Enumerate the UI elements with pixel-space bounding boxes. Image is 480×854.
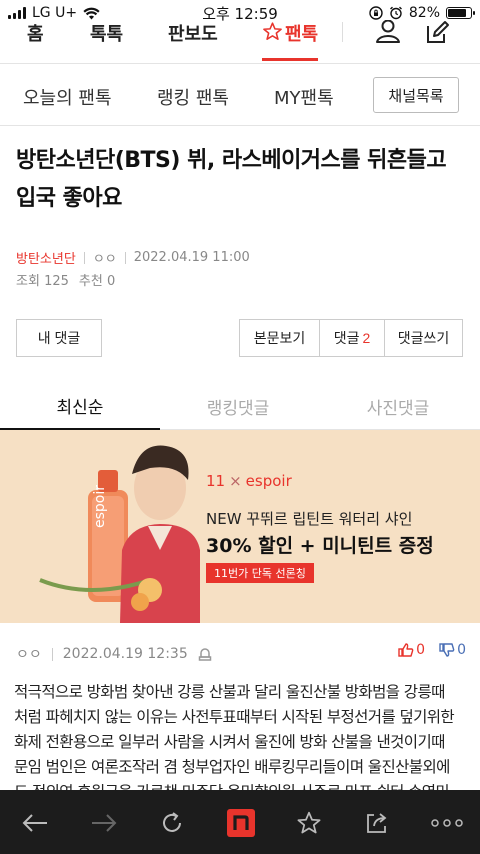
profile-icon[interactable] xyxy=(374,19,402,50)
tab-ranking-comments[interactable]: 랭킹댓글 xyxy=(158,382,318,430)
article-meta: 방탄소년단 ㅇㅇ 2022.04.19 11:00 xyxy=(16,248,250,267)
upvote-count: 0 xyxy=(416,642,426,658)
views-count: 125 xyxy=(44,274,69,289)
comment-datetime: 2022.04.19 12:35 xyxy=(62,646,188,662)
article-stats: 조회 125 추천 0 xyxy=(16,270,115,289)
comment-votes: 0 0 xyxy=(398,642,466,658)
my-comments-button[interactable]: 내 댓글 xyxy=(16,319,102,357)
comment-line: 문임 범인은 여론조작러 겸 청부업자인 배루킹무리들이며 울진산불외에 xyxy=(14,758,450,776)
ad-banner[interactable]: espoir 11 × espoir NEW 꾸뛰르 립틴트 워터리 샤인 30% … xyxy=(0,430,480,623)
recommend-count: 0 xyxy=(106,274,116,289)
ad-brand-11st: 11 xyxy=(206,472,226,490)
browser-toolbar xyxy=(0,790,480,854)
comment-meta: ㅇㅇ 2022.04.19 12:35 xyxy=(16,644,212,664)
comments-button[interactable]: 댓글 2 xyxy=(319,319,385,357)
channel-list-button[interactable]: 채널목록 xyxy=(373,77,459,113)
views-stat: 조회 125 xyxy=(16,274,69,289)
tab-talk[interactable]: 톡톡 xyxy=(90,20,123,46)
more-icon[interactable] xyxy=(430,808,464,838)
downvote-button[interactable]: 0 xyxy=(439,642,466,658)
tab-fantalk-label: 팬톡 xyxy=(285,24,319,45)
thumbs-up-icon xyxy=(398,643,414,657)
top-navigation: 홈 톡톡 판보도 팬톡 xyxy=(0,19,480,64)
star-icon xyxy=(263,22,282,40)
tab-photo-comments[interactable]: 사진댓글 xyxy=(318,382,478,430)
tab-latest[interactable]: 최신순 xyxy=(0,382,160,430)
ad-brand: 11 × espoir xyxy=(206,472,292,490)
ad-brand-espoir: espoir xyxy=(245,472,292,490)
alarm-icon xyxy=(389,6,402,20)
back-arrow-icon[interactable] xyxy=(20,808,50,838)
write-comment-button[interactable]: 댓글쓰기 xyxy=(384,319,463,357)
meta-divider xyxy=(51,647,53,661)
sub-navigation: 오늘의 팬톡 랭킹 팬톡 MY팬톡 채널목록 xyxy=(0,64,480,126)
comment-author: ㅇㅇ xyxy=(16,647,42,663)
subnav-ranking-fantalk[interactable]: 랭킹 팬톡 xyxy=(157,84,229,110)
ad-brand-sep: × xyxy=(229,472,242,490)
tab-pann-report[interactable]: 판보도 xyxy=(168,20,218,46)
comments-label: 댓글 xyxy=(333,330,360,346)
comment-body: 적극적으로 방화범 찾아낸 강릉 산불과 달리 울진산불 방화범을 강릉때 처럼… xyxy=(14,680,470,805)
article-title-line1: 방탄소년단(BTS) 뷔, 라스베이거스를 뒤흔들고 xyxy=(16,148,447,173)
recommend-stat: 추천 0 xyxy=(78,274,116,289)
comment-line: 처럼 파헤치지 않는 이유는 사전투표때부터 시작된 부정선거를 덮기위한 xyxy=(14,708,455,726)
ad-product-label: espoir xyxy=(92,484,108,528)
article-datetime: 2022.04.19 11:00 xyxy=(133,250,250,265)
view-article-button[interactable]: 본문보기 xyxy=(239,319,320,357)
tab-home[interactable]: 홈 xyxy=(27,20,44,46)
ad-offer: 30% 할인 + 미니틴트 증정 xyxy=(206,535,434,557)
comment-sort-tabs: 최신순 랭킹댓글 사진댓글 xyxy=(0,382,480,430)
channel-link[interactable]: 방탄소년단 xyxy=(16,248,76,267)
refresh-icon[interactable] xyxy=(157,808,187,838)
ad-headline: NEW 꾸뛰르 립틴트 워터리 샤인 xyxy=(206,510,413,528)
downvote-count: 0 xyxy=(457,642,466,658)
nate-home-icon[interactable] xyxy=(226,808,256,838)
nav-divider xyxy=(342,22,343,42)
meta-divider xyxy=(124,251,126,264)
upvote-button[interactable]: 0 xyxy=(398,642,425,658)
meta-divider xyxy=(83,251,85,264)
forward-arrow-icon[interactable] xyxy=(89,808,119,838)
bookmark-star-icon[interactable] xyxy=(294,808,324,838)
subnav-today-fantalk[interactable]: 오늘의 팬톡 xyxy=(23,84,112,110)
tab-fantalk[interactable]: 팬톡 xyxy=(262,20,319,61)
thumbs-down-icon xyxy=(439,643,455,657)
comment-line: 화제 전환용으로 일부러 사람을 시켜서 울진에 방화 산불을 낸것이기때 xyxy=(14,733,445,751)
article-title: 방탄소년단(BTS) 뷔, 라스베이거스를 뒤흔들고 입국 좋아요 xyxy=(16,142,466,218)
comments-count: 2 xyxy=(362,330,371,346)
article-author: ㅇㅇ xyxy=(92,252,117,267)
lock-rotation-icon xyxy=(369,6,383,20)
comment-line: 적극적으로 방화범 찾아낸 강릉 산불과 달리 울진산불 방화범을 강릉때 xyxy=(14,683,445,701)
report-icon[interactable] xyxy=(198,646,212,662)
article-title-line2: 입국 좋아요 xyxy=(16,186,122,211)
subnav-my-fantalk[interactable]: MY팬톡 xyxy=(274,84,334,110)
write-icon[interactable] xyxy=(424,20,450,50)
share-icon[interactable] xyxy=(362,808,392,838)
ad-badge: 11번가 단독 선론칭 xyxy=(206,563,314,583)
battery-icon xyxy=(446,7,475,19)
battery-percent: 82% xyxy=(408,5,440,21)
